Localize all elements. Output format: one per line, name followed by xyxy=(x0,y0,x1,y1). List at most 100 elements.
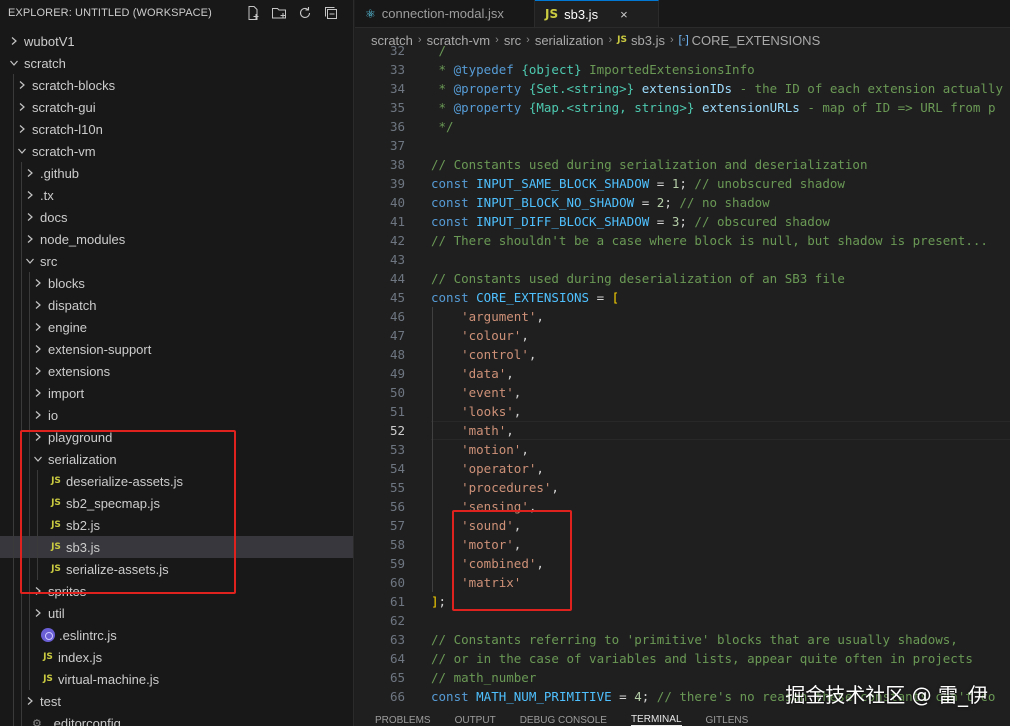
tree-folder[interactable]: src xyxy=(0,250,353,272)
tree-folder[interactable]: scratch-vm xyxy=(0,140,353,162)
tree-folder[interactable]: scratch xyxy=(0,52,353,74)
tree-file[interactable]: .eslintrc.js xyxy=(0,624,353,646)
new-file-icon[interactable] xyxy=(242,3,263,23)
line-text: const INPUT_DIFF_BLOCK_SHADOW = 3; // ob… xyxy=(431,214,830,229)
chevron-down-icon xyxy=(14,143,30,159)
line-number: 37 xyxy=(389,138,405,153)
refresh-icon[interactable] xyxy=(294,3,315,23)
annotation-box-serialization-folder xyxy=(20,430,236,594)
code-line: 38 // Constants used during serialization… xyxy=(355,155,1010,174)
line-text: 'math', xyxy=(461,423,514,438)
tree-folder[interactable]: dispatch xyxy=(0,294,353,316)
line-number: 36 xyxy=(389,119,405,134)
line-number: 42 xyxy=(389,233,405,248)
line-text: 'argument', xyxy=(461,309,544,324)
chevron-down-icon xyxy=(6,55,22,71)
code-line: 47 'colour', xyxy=(355,326,1010,345)
collapse-all-icon[interactable] xyxy=(320,3,341,23)
code-line: 41 const INPUT_DIFF_BLOCK_SHADOW = 3; // … xyxy=(355,212,1010,231)
line-text: * @property {Map.<string, string>} exten… xyxy=(431,100,996,115)
line-number: 59 xyxy=(389,556,405,571)
tree-item-label: scratch-gui xyxy=(32,99,96,115)
line-number: 57 xyxy=(389,518,405,533)
tree-folder[interactable]: scratch-gui xyxy=(0,96,353,118)
panel-tab-debug-console[interactable]: DEBUG CONSOLE xyxy=(520,716,607,726)
line-text: // Constants used during serialization a… xyxy=(431,157,868,172)
panel-tab-output[interactable]: OUTPUT xyxy=(455,716,496,726)
line-text: / xyxy=(431,43,447,58)
tree-folder[interactable]: blocks xyxy=(0,272,353,294)
tree-folder[interactable]: io xyxy=(0,404,353,426)
code-line: 33 * @typedef {object} ImportedExtension… xyxy=(355,60,1010,79)
line-number: 39 xyxy=(389,176,405,191)
code-line: 51 'looks', xyxy=(355,402,1010,421)
chevron-right-icon xyxy=(14,121,30,137)
line-number: 34 xyxy=(389,81,405,96)
chevron-right-icon xyxy=(22,209,38,225)
line-number: 51 xyxy=(389,404,405,419)
new-folder-icon[interactable] xyxy=(268,3,289,23)
tree-folder[interactable]: extension-support xyxy=(0,338,353,360)
code-editor[interactable]: 32 /33 * @typedef {object} ImportedExten… xyxy=(355,43,1010,714)
tree-folder[interactable]: .tx xyxy=(0,184,353,206)
tree-folder[interactable]: util xyxy=(0,602,353,624)
tree-item-label: src xyxy=(40,253,58,269)
line-number: 41 xyxy=(389,214,405,229)
tree-item-label: extension-support xyxy=(48,341,152,357)
line-number: 35 xyxy=(389,100,405,115)
tree-folder[interactable]: node_modules xyxy=(0,228,353,250)
js-file-icon: JS xyxy=(43,674,53,684)
panel-tab-problems[interactable]: PROBLEMS xyxy=(375,716,431,726)
line-number: 54 xyxy=(389,461,405,476)
tree-item-label: .github xyxy=(40,165,80,181)
tree-folder[interactable]: extensions xyxy=(0,360,353,382)
line-text: // or in the case of variables and lists… xyxy=(431,651,973,666)
tree-folder[interactable]: test xyxy=(0,690,353,712)
code-line: 52 'math', xyxy=(355,421,1010,440)
chevron-right-icon xyxy=(30,363,46,379)
tree-folder[interactable]: docs xyxy=(0,206,353,228)
line-text: 'data', xyxy=(461,366,514,381)
tree-folder[interactable]: engine xyxy=(0,316,353,338)
code-line: 44 // Constants used during deserializati… xyxy=(355,269,1010,288)
tab-sb3[interactable]: JS sb3.js × xyxy=(535,0,659,27)
code-line: 50 'event', xyxy=(355,383,1010,402)
panel-tab-gitlens[interactable]: GITLENS xyxy=(706,716,749,726)
line-number: 49 xyxy=(389,366,405,381)
tree-folder[interactable]: .github xyxy=(0,162,353,184)
code-line: 37 xyxy=(355,136,1010,155)
tree-file[interactable]: ⚙ .editorconfig xyxy=(0,712,353,726)
tree-file[interactable]: JS index.js xyxy=(0,646,353,668)
chevron-right-icon xyxy=(22,231,38,247)
chevron-down-icon xyxy=(22,253,38,269)
tree-folder[interactable]: scratch-blocks xyxy=(0,74,353,96)
tree-folder[interactable]: import xyxy=(0,382,353,404)
tree-item-label: scratch xyxy=(24,55,66,71)
code-indent-guide xyxy=(432,307,433,592)
tree-item-label: scratch-vm xyxy=(32,143,96,159)
tree-item-label: scratch-blocks xyxy=(32,77,116,93)
tree-folder[interactable]: scratch-l10n xyxy=(0,118,353,140)
chevron-right-icon xyxy=(30,297,46,313)
line-number: 38 xyxy=(389,157,405,172)
line-text: // There shouldn't be a case where block… xyxy=(431,233,988,248)
annotation-box-new-extensions xyxy=(452,510,572,611)
code-line: 48 'control', xyxy=(355,345,1010,364)
tree-item-label: docs xyxy=(40,209,68,225)
explorer-actions xyxy=(242,3,341,23)
indent-guide xyxy=(13,74,14,726)
js-file-icon: JS xyxy=(545,7,559,21)
panel-tab-terminal[interactable]: TERMINAL xyxy=(630,715,682,726)
tree-item-label: test xyxy=(40,693,61,709)
close-icon[interactable]: × xyxy=(620,7,628,22)
code-line: 36 */ xyxy=(355,117,1010,136)
code-line: 45 const CORE_EXTENSIONS = [ xyxy=(355,288,1010,307)
tree-item-label: node_modules xyxy=(40,231,126,247)
tab-label: connection-modal.jsx xyxy=(381,6,504,21)
line-number: 40 xyxy=(389,195,405,210)
tab-connection-modal[interactable]: ⚛ connection-modal.jsx xyxy=(355,0,535,27)
tree-file[interactable]: JS virtual-machine.js xyxy=(0,668,353,690)
line-number: 55 xyxy=(389,480,405,495)
tree-folder[interactable]: wubotV1 xyxy=(0,30,353,52)
tree-item-label: .tx xyxy=(40,187,54,203)
